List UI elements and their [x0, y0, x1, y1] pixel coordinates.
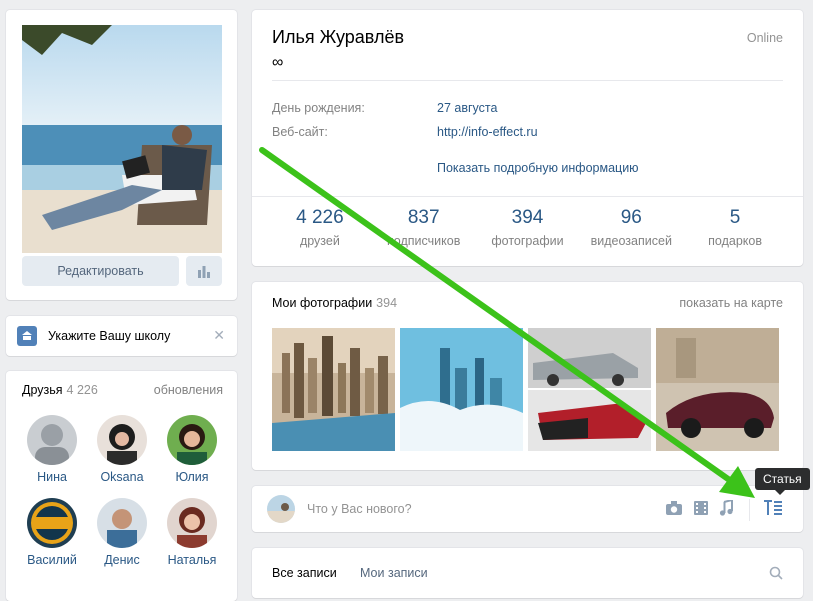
friend-avatar: [27, 498, 77, 548]
new-post-input[interactable]: Что у Вас нового?: [307, 502, 412, 516]
friend-avatar: [97, 415, 147, 465]
school-label: Укажите Вашу школу: [48, 329, 171, 343]
counter-videos[interactable]: 96 видеозаписей: [586, 207, 676, 257]
counter-gifts[interactable]: 5 подарков: [690, 207, 780, 257]
counter-label: видеозаписей: [590, 234, 672, 248]
website-link[interactable]: http://info-effect.ru: [437, 125, 538, 139]
friend-name: Наталья: [167, 553, 217, 567]
article-icon: [764, 500, 782, 515]
friend-item[interactable]: Юлия: [157, 415, 227, 484]
photos-count: 394: [376, 296, 398, 310]
close-icon[interactable]: ✕: [213, 327, 225, 344]
photo-thumb[interactable]: [400, 328, 523, 451]
search-icon[interactable]: [769, 566, 783, 583]
friend-item[interactable]: Наталья: [157, 498, 227, 567]
avatar-card: Редактировать: [6, 10, 237, 300]
school-icon: [17, 326, 37, 346]
tab-my-posts[interactable]: Мои записи: [360, 566, 428, 580]
birthday-label: День рождения:: [272, 101, 365, 115]
photo-thumb[interactable]: [656, 328, 779, 451]
new-post-bar: Что у Вас нового?: [252, 486, 803, 532]
friends-title: Друзья: [22, 383, 63, 397]
friend-avatar: [97, 498, 147, 548]
friend-name: Юлия: [175, 470, 209, 484]
divider: [749, 499, 750, 521]
friend-name: Денис: [104, 553, 140, 567]
friends-header[interactable]: Друзья 4 226: [22, 383, 98, 397]
edit-profile-button[interactable]: Редактировать: [22, 256, 179, 286]
counter-label: фотографии: [491, 234, 564, 248]
photo-thumb[interactable]: [528, 328, 651, 451]
video-icon[interactable]: [693, 500, 709, 516]
counter-value: 4 226: [296, 207, 344, 228]
friend-avatar: [167, 415, 217, 465]
counter-label: друзей: [299, 234, 340, 248]
counter-value: 837: [407, 207, 440, 228]
music-icon[interactable]: [719, 500, 733, 516]
article-button[interactable]: [763, 498, 783, 521]
friends-block: Друзья 4 226 обновления Нина Oksana Юлия …: [6, 371, 237, 601]
profile-status[interactable]: ∞: [272, 54, 283, 72]
photos-title: Мои фотографии: [272, 296, 373, 310]
friend-item[interactable]: Нина: [17, 415, 87, 484]
divider: [252, 196, 803, 197]
photos-block: Мои фотографии 394 показать на карте: [252, 282, 803, 470]
counter-label: подписчиков: [387, 234, 461, 248]
birthday-value[interactable]: 27 августа: [437, 101, 497, 115]
article-tooltip: Статья: [755, 468, 810, 495]
counter-value: 96: [620, 207, 642, 228]
profile-counters: 4 226 друзей 837 подписчиков 394 фотографии…: [252, 207, 803, 257]
website-label: Веб-сайт:: [272, 125, 328, 139]
photo-thumb[interactable]: [272, 328, 395, 451]
photos-header[interactable]: Мои фотографии 394: [272, 296, 397, 310]
profile-photo[interactable]: [22, 25, 222, 253]
counter-value: 394: [511, 207, 544, 228]
friends-count: 4 226: [66, 383, 98, 397]
friend-item[interactable]: Денис: [87, 498, 157, 567]
friends-updates-link[interactable]: обновления: [154, 383, 223, 397]
show-on-map-link[interactable]: показать на карте: [679, 296, 783, 310]
post-attach-icons: [665, 500, 733, 516]
counter-value: 5: [729, 207, 741, 228]
avatar: [267, 495, 295, 523]
school-prompt[interactable]: Укажите Вашу школу ✕: [6, 316, 237, 356]
counter-friends[interactable]: 4 226 друзей: [275, 207, 365, 257]
tab-all-posts[interactable]: Все записи: [272, 566, 337, 580]
friend-item[interactable]: Oksana: [87, 415, 157, 484]
friend-avatar: [27, 415, 77, 465]
divider: [272, 80, 783, 81]
friend-name: Василий: [27, 553, 77, 567]
counter-followers[interactable]: 837 подписчиков: [379, 207, 469, 257]
friend-name: Нина: [37, 470, 67, 484]
profile-info-card: Илья Журавлёв ∞ Online День рождения: 27…: [252, 10, 803, 266]
friend-name: Oksana: [100, 470, 144, 484]
show-more-info-link[interactable]: Показать подробную информацию: [437, 161, 639, 175]
online-status: Online: [746, 31, 783, 45]
friend-item[interactable]: Василий: [17, 498, 87, 567]
bar-chart-icon: [198, 266, 210, 278]
page-title: Илья Журавлёв: [272, 27, 405, 47]
counter-label: подарков: [708, 234, 762, 248]
counter-photos[interactable]: 394 фотографии: [482, 207, 572, 257]
wall-tabs: Все записи Мои записи: [252, 548, 803, 598]
stats-button[interactable]: [186, 256, 222, 286]
camera-icon[interactable]: [665, 500, 683, 516]
friend-avatar: [167, 498, 217, 548]
